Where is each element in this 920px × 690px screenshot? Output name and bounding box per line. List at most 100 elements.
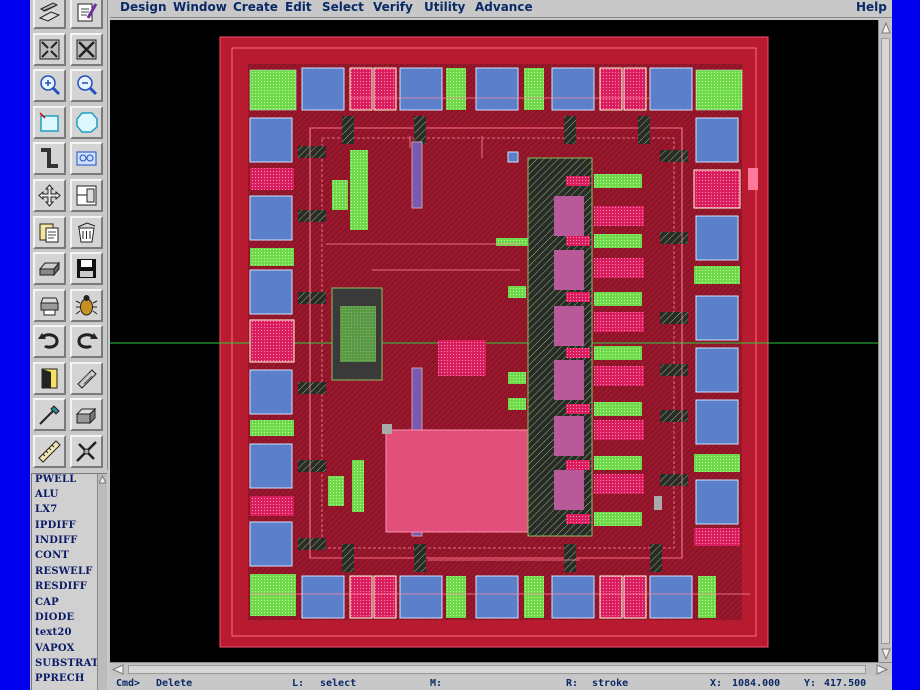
left-pad-column	[249, 117, 295, 567]
3d-stack-icon	[75, 407, 97, 425]
move-icon	[38, 184, 61, 207]
zoom-box-button[interactable]	[70, 33, 103, 66]
top-pad-row	[249, 67, 743, 111]
menu-help[interactable]: Help	[856, 0, 887, 15]
layer-item[interactable]: RESDIFF	[35, 581, 87, 592]
cmd-label: Cmd>	[116, 678, 141, 689]
vertical-scroll-thumb[interactable]	[881, 38, 890, 644]
cross-tool-icon	[76, 441, 97, 462]
edit-icon	[77, 3, 98, 22]
bug-button[interactable]	[70, 289, 103, 322]
resistor-strip	[411, 141, 423, 209]
scroll-down-icon[interactable]	[881, 648, 891, 660]
menu-utility[interactable]: Utility	[424, 0, 465, 15]
box-icon	[39, 112, 59, 132]
ruler-button[interactable]	[33, 435, 66, 468]
zoom-out-icon	[77, 75, 98, 96]
probe-button[interactable]	[33, 398, 66, 431]
edit-button[interactable]	[70, 0, 103, 29]
y-coord-value: 417.500	[824, 678, 867, 689]
mouse-right-label: R:	[566, 678, 579, 689]
layer-item[interactable]: RESWELF	[35, 566, 93, 577]
status-bar: Cmd> Delete L: select M: R: stroke X: 10…	[110, 676, 892, 690]
menu-edit[interactable]: Edit	[285, 0, 312, 15]
brush-icon	[77, 369, 97, 389]
redo-button[interactable]	[70, 325, 103, 358]
via-button[interactable]	[70, 142, 103, 175]
layer-item[interactable]: PWELL	[35, 474, 76, 485]
scroll-left-icon[interactable]	[112, 664, 124, 675]
horizontal-scrollbar[interactable]	[110, 662, 892, 676]
layout-canvas[interactable]	[110, 20, 878, 662]
move-button[interactable]	[33, 179, 66, 212]
zoom-in-icon	[40, 75, 61, 96]
scroll-up-icon[interactable]	[881, 22, 891, 34]
copy-cell-button[interactable]	[70, 179, 103, 212]
menu-create[interactable]: Create	[233, 0, 278, 15]
capacitor-plate	[385, 429, 533, 533]
print-icon	[40, 297, 59, 316]
layer-stack-icon	[38, 2, 61, 22]
brush-button[interactable]	[70, 362, 103, 395]
door-button[interactable]	[33, 362, 66, 395]
cmd-value: Delete	[156, 678, 193, 689]
layout-editor-window: Design Window Create Edit Select Verify …	[30, 0, 892, 690]
box-button[interactable]	[33, 106, 66, 139]
scroll-right-icon[interactable]	[876, 664, 888, 675]
redo-icon	[77, 333, 98, 349]
door-icon	[41, 368, 58, 389]
zoom-box-icon	[76, 39, 97, 60]
delete-icon	[77, 222, 96, 243]
poly-resistor-array	[438, 340, 486, 376]
menu-advance[interactable]: Advance	[475, 0, 533, 15]
layer-item[interactable]: SUBSTRATE	[35, 658, 106, 669]
delete-button[interactable]	[70, 216, 103, 249]
menu-design[interactable]: Design	[120, 0, 167, 15]
polygon-button[interactable]	[70, 106, 103, 139]
tool-palette	[30, 0, 108, 470]
layer-item[interactable]: VAPOX	[35, 643, 75, 654]
scroll-up-icon[interactable]	[99, 475, 106, 484]
undo-button[interactable]	[33, 325, 66, 358]
cross-tool-button[interactable]	[70, 435, 103, 468]
layer-item[interactable]: CONT	[35, 550, 69, 561]
layer-item[interactable]: text20	[35, 627, 72, 638]
bug-icon	[75, 295, 98, 316]
mouse-left-label: L:	[292, 678, 305, 689]
left-transistor-block	[350, 150, 368, 230]
y-coord-label: Y:	[804, 678, 817, 689]
polygon-icon	[76, 112, 98, 133]
layer-item[interactable]: DIODE	[35, 612, 74, 623]
menu-verify[interactable]: Verify	[373, 0, 413, 15]
path-button[interactable]	[33, 142, 66, 175]
layer-item[interactable]: PPRECH	[35, 673, 85, 684]
layer-list-scrollbar[interactable]	[97, 474, 107, 690]
bottom-pad-row	[250, 574, 716, 619]
layer-item[interactable]: IPDIFF	[35, 520, 76, 531]
zoom-in-button[interactable]	[33, 69, 66, 102]
print-button[interactable]	[33, 289, 66, 322]
horizontal-scroll-thumb[interactable]	[128, 665, 866, 674]
fit-button[interactable]	[33, 33, 66, 66]
paste-button[interactable]	[33, 216, 66, 249]
save-button[interactable]	[70, 252, 103, 285]
mouse-middle-label: M:	[430, 678, 443, 689]
x-coord-label: X:	[710, 678, 723, 689]
fit-icon	[39, 39, 60, 60]
hdd-button[interactable]	[33, 252, 66, 285]
layer-stack-button[interactable]	[33, 0, 66, 29]
menu-window[interactable]: Window	[173, 0, 227, 15]
layer-item[interactable]: LX7	[35, 504, 57, 515]
right-edge	[892, 0, 920, 690]
vertical-scrollbar[interactable]	[878, 20, 892, 662]
path-icon	[41, 148, 58, 168]
undo-icon	[38, 333, 59, 349]
menu-select[interactable]: Select	[322, 0, 364, 15]
zoom-out-button[interactable]	[70, 69, 103, 102]
copy-cell-icon	[76, 185, 97, 206]
layer-item[interactable]: INDIFF	[35, 535, 78, 546]
layer-item[interactable]: CAP	[35, 597, 59, 608]
layer-item[interactable]: ALU	[35, 489, 59, 500]
probe-icon	[39, 405, 60, 425]
3d-stack-button[interactable]	[70, 398, 103, 431]
